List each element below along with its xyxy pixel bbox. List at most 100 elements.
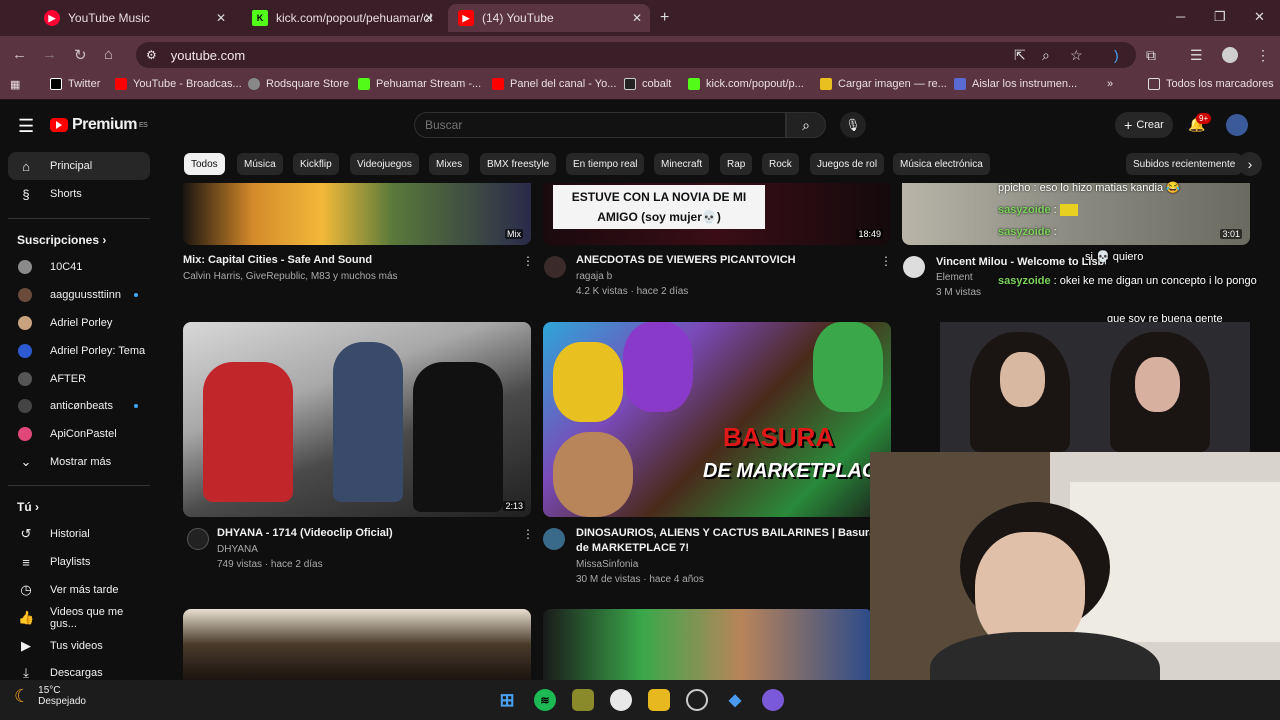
site-info-icon[interactable]: ⚙ xyxy=(146,48,157,62)
sidebar-item-shorts[interactable]: § Shorts xyxy=(8,180,150,208)
sidebar-item-historial[interactable]: ↺ Historial xyxy=(8,520,150,548)
more-options-icon[interactable]: ⋮ xyxy=(522,254,534,268)
tab-youtube-music[interactable]: ▶ YouTube Music ✕ xyxy=(34,4,234,32)
bookmark-cobalt[interactable]: cobalt xyxy=(624,78,671,90)
twitch-chat-icon[interactable] xyxy=(762,689,784,711)
zoom-icon[interactable]: ⌕ xyxy=(1042,47,1050,64)
sidebar-item-apiconpastel[interactable]: ApiConPastel xyxy=(8,420,150,448)
windows-start-icon[interactable]: ⊞ xyxy=(496,689,518,711)
chip-musica-electronica[interactable]: Música electrónica xyxy=(893,153,990,175)
show-more-button[interactable]: ⌄ Mostrar más xyxy=(8,448,150,476)
sidebar-item-adriel-porley[interactable]: Adriel Porley xyxy=(8,309,150,337)
sidebar-item-liked[interactable]: 👍 Videos que me gus... xyxy=(8,604,150,632)
more-bookmarks-icon[interactable]: » xyxy=(1107,78,1113,90)
bookmark-star-icon[interactable]: ☆ xyxy=(1070,47,1083,64)
chip-rock[interactable]: Rock xyxy=(762,153,799,175)
hamburger-menu-icon[interactable]: ☰ xyxy=(18,116,34,137)
sidebar-item-10c41[interactable]: 10C41 xyxy=(8,253,150,281)
tab-youtube[interactable]: ▶ (14) YouTube ✕ xyxy=(448,4,650,32)
sidebar-item-playlists[interactable]: ≡ Playlists xyxy=(8,548,150,576)
channel-avatar[interactable] xyxy=(543,528,565,550)
bookmark-cargar-imagen[interactable]: Cargar imagen — re... xyxy=(820,78,947,90)
apps-icon[interactable]: ▦ xyxy=(10,78,20,91)
channel-avatar[interactable] xyxy=(544,256,566,278)
sidebar-item-watch-later[interactable]: ◷ Ver más tarde xyxy=(8,576,150,604)
spotify-icon[interactable]: ≋ xyxy=(534,689,556,711)
channel-name[interactable]: DHYANA xyxy=(217,542,258,557)
video-thumbnail[interactable]: BASURA DE MARKETPLACE 13 xyxy=(543,322,891,517)
video-title[interactable]: DHYANA - 1714 (Videoclip Oficial) xyxy=(217,526,517,541)
channel-avatar[interactable] xyxy=(903,256,925,278)
back-icon[interactable]: ← xyxy=(12,46,27,63)
chip-en-tiempo-real[interactable]: En tiempo real xyxy=(566,153,645,175)
profile-icon[interactable] xyxy=(1222,47,1238,63)
sidebar-item-your-videos[interactable]: ▶ Tus videos xyxy=(8,632,150,660)
chip-juegos-de-rol[interactable]: Juegos de rol xyxy=(810,153,885,175)
bookmark-pehuamar[interactable]: Pehuamar Stream -... xyxy=(358,78,481,90)
sidebar-item-aagguussttiinn[interactable]: aagguussttiinn xyxy=(8,281,150,309)
chip-bmx-freestyle[interactable]: BMX freestyle xyxy=(480,153,557,175)
reload-icon[interactable]: ↻ xyxy=(74,46,87,64)
more-icon[interactable]: ⋮ xyxy=(1256,47,1270,64)
new-tab-icon[interactable]: + xyxy=(660,9,669,27)
video-thumbnail[interactable]: Mix xyxy=(183,183,531,245)
file-explorer-icon[interactable] xyxy=(648,689,670,711)
bookmark-twitter[interactable]: Twitter xyxy=(50,78,100,90)
voice-search-button[interactable]: 🎙 xyxy=(840,112,866,138)
subscriptions-heading[interactable]: Suscripciones › xyxy=(17,233,106,247)
window-close-icon[interactable]: ✕ xyxy=(1254,9,1265,25)
extension-wave-icon[interactable]: ) xyxy=(1114,47,1119,63)
minimize-icon[interactable]: ─ xyxy=(1176,9,1185,24)
channel-name[interactable]: MissaSinfonia xyxy=(576,557,638,572)
chip-todos[interactable]: Todos xyxy=(184,153,225,175)
all-bookmarks[interactable]: Todos los marcadores xyxy=(1148,78,1274,90)
chip-rap[interactable]: Rap xyxy=(720,153,753,175)
more-options-icon[interactable]: ⋮ xyxy=(522,527,534,541)
bookmark-aislar[interactable]: Aislar los instrumen... xyxy=(954,78,1077,90)
sidebar-item-principal[interactable]: ⌂ Principal xyxy=(8,152,150,180)
forward-icon[interactable]: → xyxy=(42,46,57,63)
sidebar-item-adriel-porley-tema[interactable]: Adriel Porley: Tema xyxy=(8,337,150,365)
search-input[interactable] xyxy=(414,112,786,138)
search-button[interactable]: ⌕ xyxy=(786,112,826,138)
video-title[interactable]: ANECDOTAS DE VIEWERS PICANTOVICH xyxy=(576,253,876,268)
close-icon[interactable]: ✕ xyxy=(632,11,642,25)
video-title[interactable]: Mix: Capital Cities - Safe And Sound xyxy=(183,253,513,268)
game-app-icon[interactable] xyxy=(572,689,594,711)
weather-widget[interactable]: ☾ 15°C Despejado xyxy=(14,685,86,707)
more-options-icon[interactable]: ⋮ xyxy=(880,254,892,268)
chrome-icon[interactable] xyxy=(610,689,632,711)
obs-icon[interactable] xyxy=(686,689,708,711)
chip-minecraft[interactable]: Minecraft xyxy=(654,153,710,175)
restore-icon[interactable]: ❐ xyxy=(1214,9,1226,25)
extensions-icon[interactable]: ⧉ xyxy=(1146,47,1156,64)
url-field[interactable]: ⚙ youtube.com xyxy=(136,42,1136,68)
bookmark-kick-popout[interactable]: kick.com/popout/p... xyxy=(688,78,804,90)
channel-name[interactable]: ragaja b xyxy=(576,269,612,284)
avatar[interactable] xyxy=(1226,114,1248,136)
reading-list-icon[interactable]: ☰ xyxy=(1190,47,1203,64)
install-icon[interactable]: ⇱ xyxy=(1014,47,1026,64)
chip-musica[interactable]: Música xyxy=(237,153,283,175)
app-diamond-icon[interactable]: ◆ xyxy=(724,689,746,711)
video-thumbnail[interactable]: ESTUVE CON LA NOVIA DE MI AMIGO (soy muj… xyxy=(543,183,891,245)
chip-videojuegos[interactable]: Videojuegos xyxy=(350,153,419,175)
channel-avatar[interactable] xyxy=(187,528,209,550)
chip-kickflip[interactable]: Kickflip xyxy=(293,153,339,175)
sidebar-item-anticonbeats[interactable]: anticønbeats xyxy=(8,392,150,420)
channel-name[interactable]: Element xyxy=(936,270,973,285)
you-heading[interactable]: Tú › xyxy=(17,500,39,514)
youtube-premium-logo[interactable]: Premium ES xyxy=(50,116,148,134)
home-icon[interactable]: ⌂ xyxy=(104,46,113,63)
video-thumbnail[interactable] xyxy=(543,609,873,680)
bookmark-panel[interactable]: Panel del canal - Yo... xyxy=(492,78,616,90)
sidebar-item-after[interactable]: AFTER xyxy=(8,365,150,393)
close-icon[interactable]: ✕ xyxy=(216,11,226,25)
create-button[interactable]: + Crear xyxy=(1115,112,1173,138)
tab-kick[interactable]: K kick.com/popout/pehuamar/ch ✕ xyxy=(242,4,442,32)
bookmark-youtube-broadcast[interactable]: YouTube - Broadcas... xyxy=(115,78,242,90)
video-thumbnail[interactable] xyxy=(183,609,531,680)
chip-mixes[interactable]: Mixes xyxy=(429,153,470,175)
bookmark-rodsquare[interactable]: Rodsquare Store xyxy=(248,78,349,90)
video-title[interactable]: DINOSAURIOS, ALIENS Y CACTUS BAILARINES … xyxy=(576,526,876,556)
